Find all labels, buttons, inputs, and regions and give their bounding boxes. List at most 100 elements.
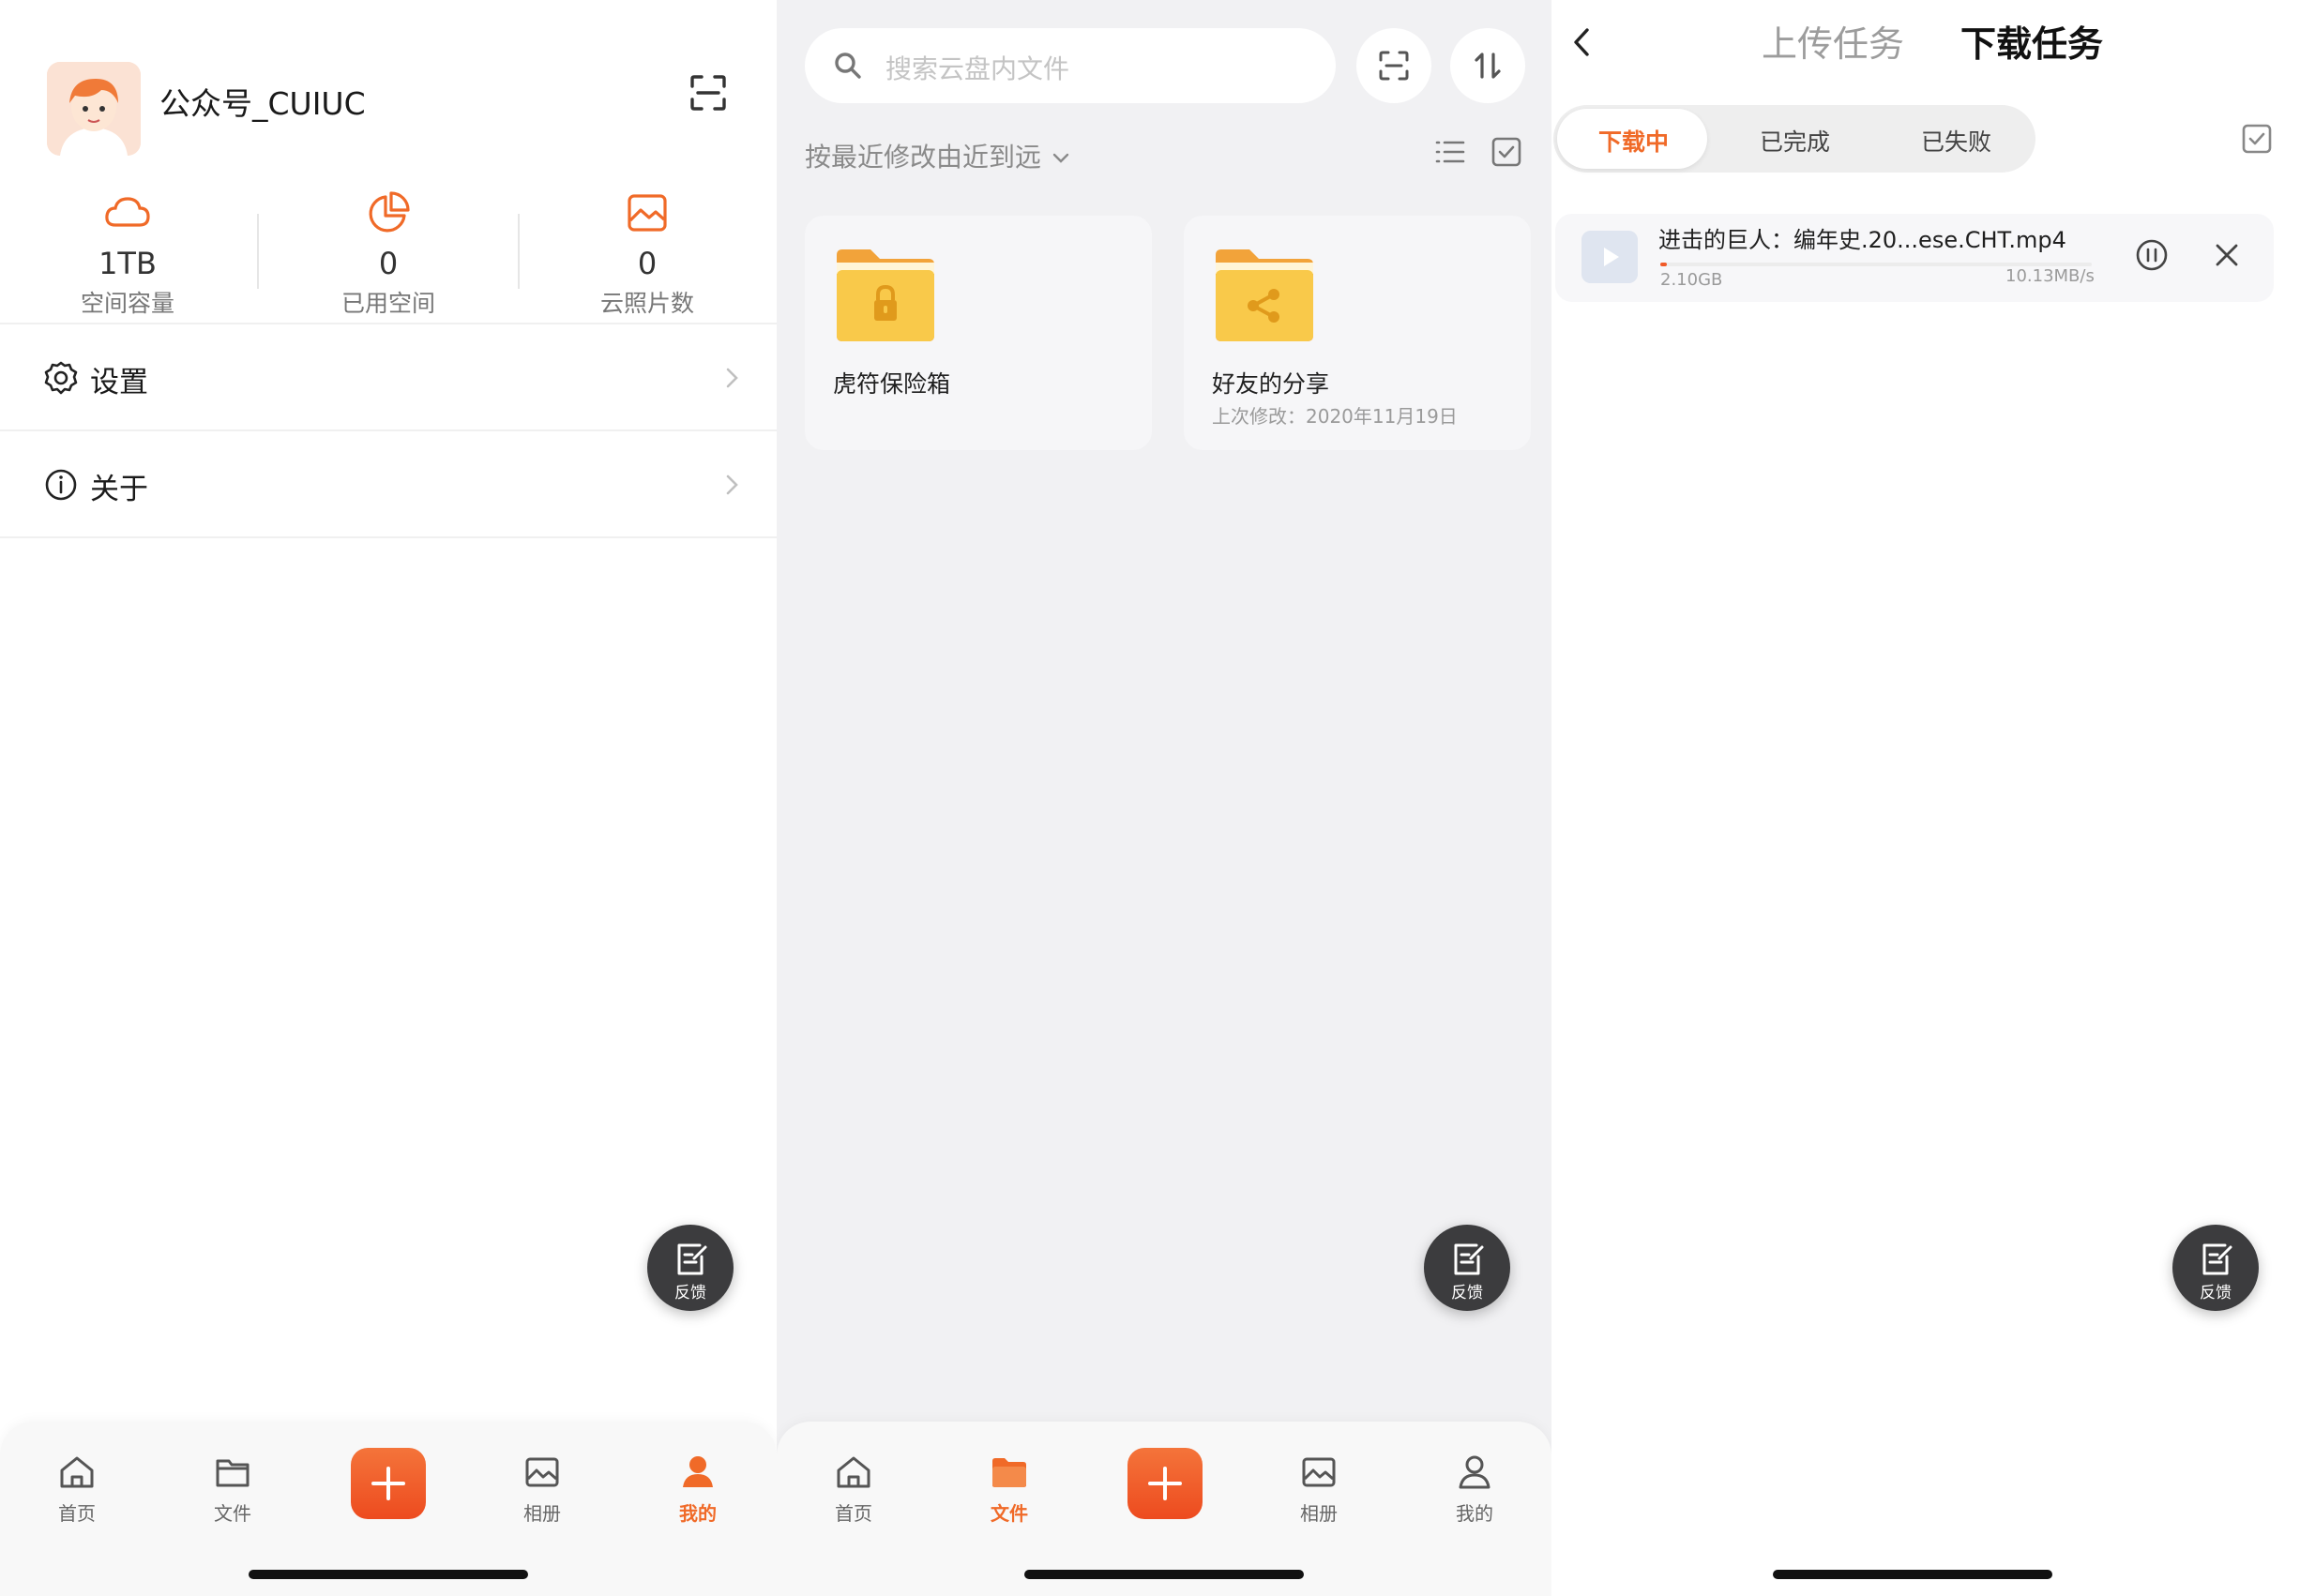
stat-value: 0 <box>637 246 658 281</box>
menu-item-settings[interactable]: 设置 <box>0 326 777 429</box>
tab-bar: 首页 文件 相册 我的 <box>0 1422 777 1596</box>
username: 公众号_CUIUC <box>159 85 366 122</box>
chevron-down-icon <box>1051 151 1071 166</box>
image-icon <box>622 188 673 238</box>
feedback-button[interactable]: 反馈 <box>2172 1225 2259 1311</box>
stat-label: 云照片数 <box>599 290 694 317</box>
tasks-panel: 上传任务 下载任务 下载中 已完成 已失败 进击的巨人：编年史.20...ese… <box>1551 0 2300 1596</box>
person-icon <box>677 1452 719 1493</box>
feedback-label: 反馈 <box>1451 1284 1483 1302</box>
add-button[interactable] <box>351 1448 426 1519</box>
select-checkbox-icon[interactable] <box>1490 135 1523 169</box>
profile-panel: 公众号_CUIUC 1TB 空间容量 0 已用空间 0 云照片数 设置 关于 反… <box>0 0 777 1596</box>
scan-icon <box>1379 51 1409 81</box>
back-arrow-icon[interactable] <box>1565 21 1598 64</box>
home-icon <box>833 1452 874 1493</box>
segment-completed[interactable]: 已完成 <box>1760 124 1830 158</box>
divider <box>0 536 777 538</box>
download-item[interactable]: 进击的巨人：编年史.20...ese.CHT.mp4 2.10GB 10.13M… <box>1555 214 2274 302</box>
home-indicator <box>1024 1570 1304 1579</box>
select-checkbox-icon[interactable] <box>2240 122 2274 156</box>
tab-bar: 首页 文件 相册 我的 <box>777 1422 1551 1596</box>
tab-home[interactable]: 首页 <box>797 1452 910 1526</box>
feedback-icon <box>673 1240 709 1277</box>
search-placeholder: 搜索云盘内文件 <box>885 53 1070 84</box>
pie-chart-icon <box>363 188 414 238</box>
folder-name: 好友的分享 <box>1212 370 1330 398</box>
transfer-icon <box>1475 53 1501 79</box>
add-button[interactable] <box>1127 1448 1203 1519</box>
divider <box>0 323 777 324</box>
plus-icon <box>1148 1467 1182 1500</box>
tab-label: 首页 <box>58 1502 96 1525</box>
stat-label: 已用空间 <box>340 290 435 317</box>
tab-label: 我的 <box>1456 1502 1493 1525</box>
stat-used[interactable]: 0 已用空间 <box>295 188 482 319</box>
folder-card-vault[interactable]: 虎符保险箱 <box>805 216 1152 450</box>
home-icon <box>56 1452 98 1493</box>
feedback-label: 反馈 <box>2200 1284 2232 1302</box>
chevron-right-icon <box>722 469 743 501</box>
tab-files[interactable]: 文件 <box>953 1452 1066 1526</box>
stat-capacity[interactable]: 1TB 空间容量 <box>34 188 221 319</box>
files-panel: 搜索云盘内文件 按最近修改由近到远 虎符保险箱 好友的分享 上次修改：2020年… <box>777 0 1551 1596</box>
transfer-button[interactable] <box>1450 28 1525 103</box>
stat-photos[interactable]: 0 云照片数 <box>553 188 741 319</box>
tab-label: 文件 <box>214 1502 251 1525</box>
tab-album[interactable]: 相册 <box>1263 1452 1375 1526</box>
tab-album[interactable]: 相册 <box>486 1452 598 1526</box>
search-bar[interactable]: 搜索云盘内文件 <box>805 28 1336 103</box>
feedback-label: 反馈 <box>674 1284 706 1302</box>
download-speed: 10.13MB/s <box>2005 266 2095 286</box>
list-view-icon[interactable] <box>1431 135 1469 169</box>
tab-download-tasks[interactable]: 下载任务 <box>1960 15 2103 67</box>
stat-value: 1TB <box>98 246 157 281</box>
feedback-icon <box>2199 1240 2234 1277</box>
tab-label: 相册 <box>1300 1502 1338 1525</box>
menu-item-about[interactable]: 关于 <box>0 433 777 536</box>
tab-me[interactable]: 我的 <box>642 1452 754 1526</box>
divider <box>257 214 259 289</box>
file-name: 进击的巨人：编年史.20...ese.CHT.mp4 <box>1658 227 2066 253</box>
feedback-button[interactable]: 反馈 <box>647 1225 734 1311</box>
feedback-button[interactable]: 反馈 <box>1424 1225 1510 1311</box>
locked-folder-icon <box>833 246 938 343</box>
menu-item-label: 设置 <box>90 366 148 399</box>
tab-me[interactable]: 我的 <box>1418 1452 1531 1526</box>
folder-card-shared[interactable]: 好友的分享 上次修改：2020年11月19日 <box>1184 216 1531 450</box>
progress-fill <box>1660 263 1667 266</box>
file-size: 2.10GB <box>1660 270 1723 290</box>
gear-icon <box>43 360 79 396</box>
person-icon <box>1454 1452 1495 1493</box>
segmented-control: 下载中 已完成 已失败 <box>1553 105 2035 173</box>
sort-label: 按最近修改由近到远 <box>805 142 1042 173</box>
image-icon <box>1298 1452 1339 1493</box>
folder-icon <box>989 1452 1030 1493</box>
avatar[interactable] <box>47 62 141 156</box>
search-icon <box>833 51 863 81</box>
chevron-right-icon <box>722 362 743 394</box>
tab-label: 我的 <box>679 1502 717 1525</box>
close-icon[interactable] <box>2210 238 2244 272</box>
tab-files[interactable]: 文件 <box>176 1452 289 1526</box>
folder-name: 虎符保险箱 <box>833 370 951 398</box>
scan-icon[interactable] <box>685 69 732 116</box>
segment-failed[interactable]: 已失败 <box>1921 124 1991 158</box>
plus-icon <box>371 1467 405 1500</box>
tab-home[interactable]: 首页 <box>21 1452 133 1526</box>
divider <box>0 429 777 431</box>
sort-dropdown[interactable]: 按最近修改由近到远 <box>805 137 1071 174</box>
tab-label: 首页 <box>835 1502 872 1525</box>
feedback-icon <box>1450 1240 1486 1277</box>
info-icon <box>43 467 79 503</box>
segment-downloading[interactable]: 下载中 <box>1598 124 1669 158</box>
tab-upload-tasks[interactable]: 上传任务 <box>1762 15 1904 67</box>
menu-item-label: 关于 <box>90 473 148 506</box>
image-icon <box>522 1452 563 1493</box>
pause-icon[interactable] <box>2133 236 2171 274</box>
home-indicator <box>1773 1570 2052 1579</box>
video-thumbnail <box>1581 231 1638 283</box>
scan-button[interactable] <box>1356 28 1431 103</box>
shared-folder-icon <box>1212 246 1317 343</box>
stat-value: 0 <box>378 246 399 281</box>
